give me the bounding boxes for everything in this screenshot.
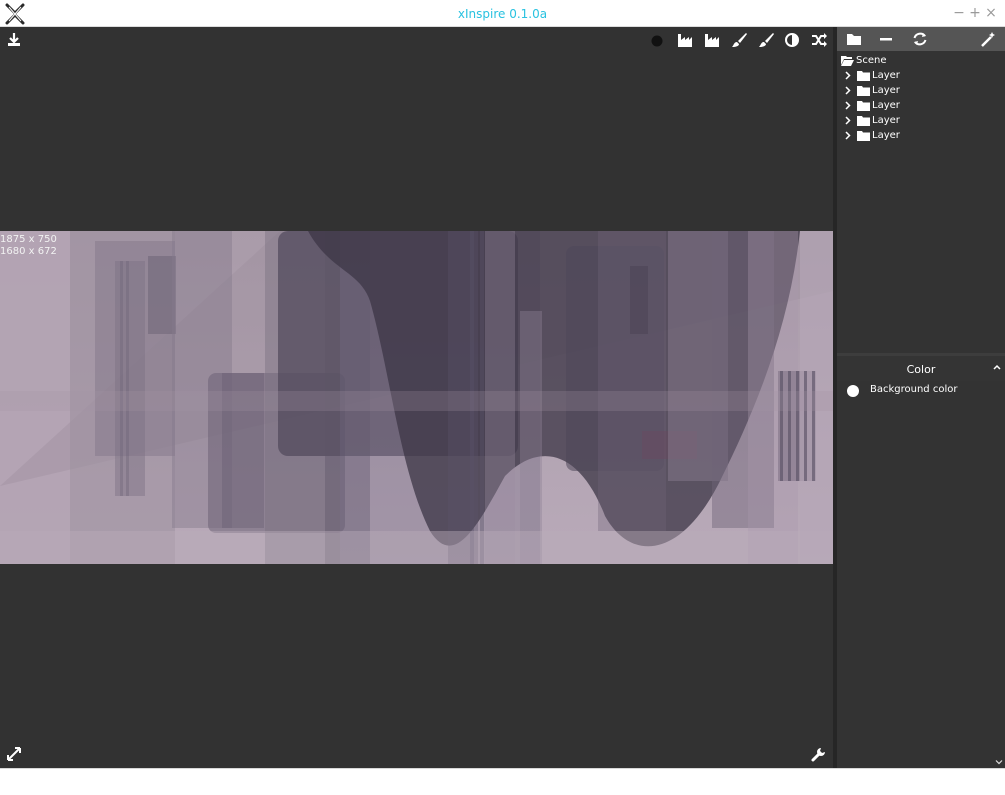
- abstract-composition: [0, 231, 833, 564]
- circle-fill-icon[interactable]: [648, 32, 666, 50]
- download-icon[interactable]: [5, 31, 23, 49]
- tree-label-scene: Scene: [856, 55, 887, 66]
- tree-label-layer: Layer: [872, 100, 900, 111]
- folder-icon: [857, 101, 870, 111]
- title-bar[interactable]: xInspire 0.1.0a − + ×: [0, 0, 1005, 27]
- contrast-icon[interactable]: [783, 31, 801, 49]
- tree-label-layer: Layer: [872, 85, 900, 96]
- tree-item-layer[interactable]: Layer: [843, 68, 993, 83]
- chevron-right-icon[interactable]: [843, 83, 853, 98]
- tree-item-layer[interactable]: Layer: [843, 128, 993, 143]
- tree-item-layer[interactable]: Layer: [843, 98, 993, 113]
- background-color-label: Background color: [870, 384, 958, 395]
- window-title: xInspire 0.1.0a: [457, 7, 548, 21]
- tree-item-layer[interactable]: Layer: [843, 83, 993, 98]
- folder-icon: [857, 131, 870, 141]
- folder-icon[interactable]: [845, 30, 863, 48]
- close-button[interactable]: ×: [984, 5, 998, 21]
- tree-label-layer: Layer: [872, 130, 900, 141]
- minus-icon[interactable]: [877, 30, 895, 48]
- color-section-header[interactable]: Color: [837, 353, 1005, 381]
- chevron-right-icon[interactable]: [843, 68, 853, 83]
- folder-open-icon: [841, 56, 854, 66]
- side-panel: Scene Layer Layer Layer Layer Layer Colo…: [837, 27, 1005, 768]
- folder-icon: [857, 71, 870, 81]
- canvas-area[interactable]: 1875 x 750 1680 x 672: [0, 27, 833, 768]
- factory-icon[interactable]: [703, 31, 721, 49]
- display-size-label: 1680 x 672: [0, 246, 57, 257]
- chevron-up-icon[interactable]: [992, 362, 1002, 372]
- factory-icon[interactable]: [676, 31, 694, 49]
- refresh-icon[interactable]: [911, 30, 929, 48]
- wrench-icon[interactable]: [810, 745, 828, 763]
- folder-icon: [857, 116, 870, 126]
- brush-icon[interactable]: [757, 31, 775, 49]
- chevron-right-icon[interactable]: [843, 128, 853, 143]
- background-color-row[interactable]: Background color: [847, 383, 997, 399]
- shuffle-icon[interactable]: [810, 31, 828, 49]
- chevron-right-icon[interactable]: [843, 98, 853, 113]
- color-section-title: Color: [906, 363, 936, 376]
- panel-toolbar: [837, 27, 1005, 51]
- status-bar: [0, 768, 1005, 795]
- chevron-down-icon[interactable]: [995, 758, 1003, 766]
- expand-icon[interactable]: [5, 745, 23, 763]
- background-color-swatch[interactable]: [847, 385, 859, 397]
- folder-icon: [857, 86, 870, 96]
- tree-label-layer: Layer: [872, 70, 900, 81]
- full-size-label: 1875 x 750: [0, 234, 57, 245]
- tree-item-layer[interactable]: Layer: [843, 113, 993, 128]
- generated-image-preview[interactable]: 1875 x 750 1680 x 672: [0, 231, 833, 564]
- chevron-right-icon[interactable]: [843, 113, 853, 128]
- tree-label-layer: Layer: [872, 115, 900, 126]
- app-window: xInspire 0.1.0a − + × 1875 x 750 1680 x …: [0, 0, 1005, 795]
- maximize-button[interactable]: +: [968, 5, 982, 21]
- minimize-button[interactable]: −: [952, 5, 966, 21]
- magic-wand-icon[interactable]: [979, 30, 997, 48]
- brush-icon[interactable]: [730, 31, 748, 49]
